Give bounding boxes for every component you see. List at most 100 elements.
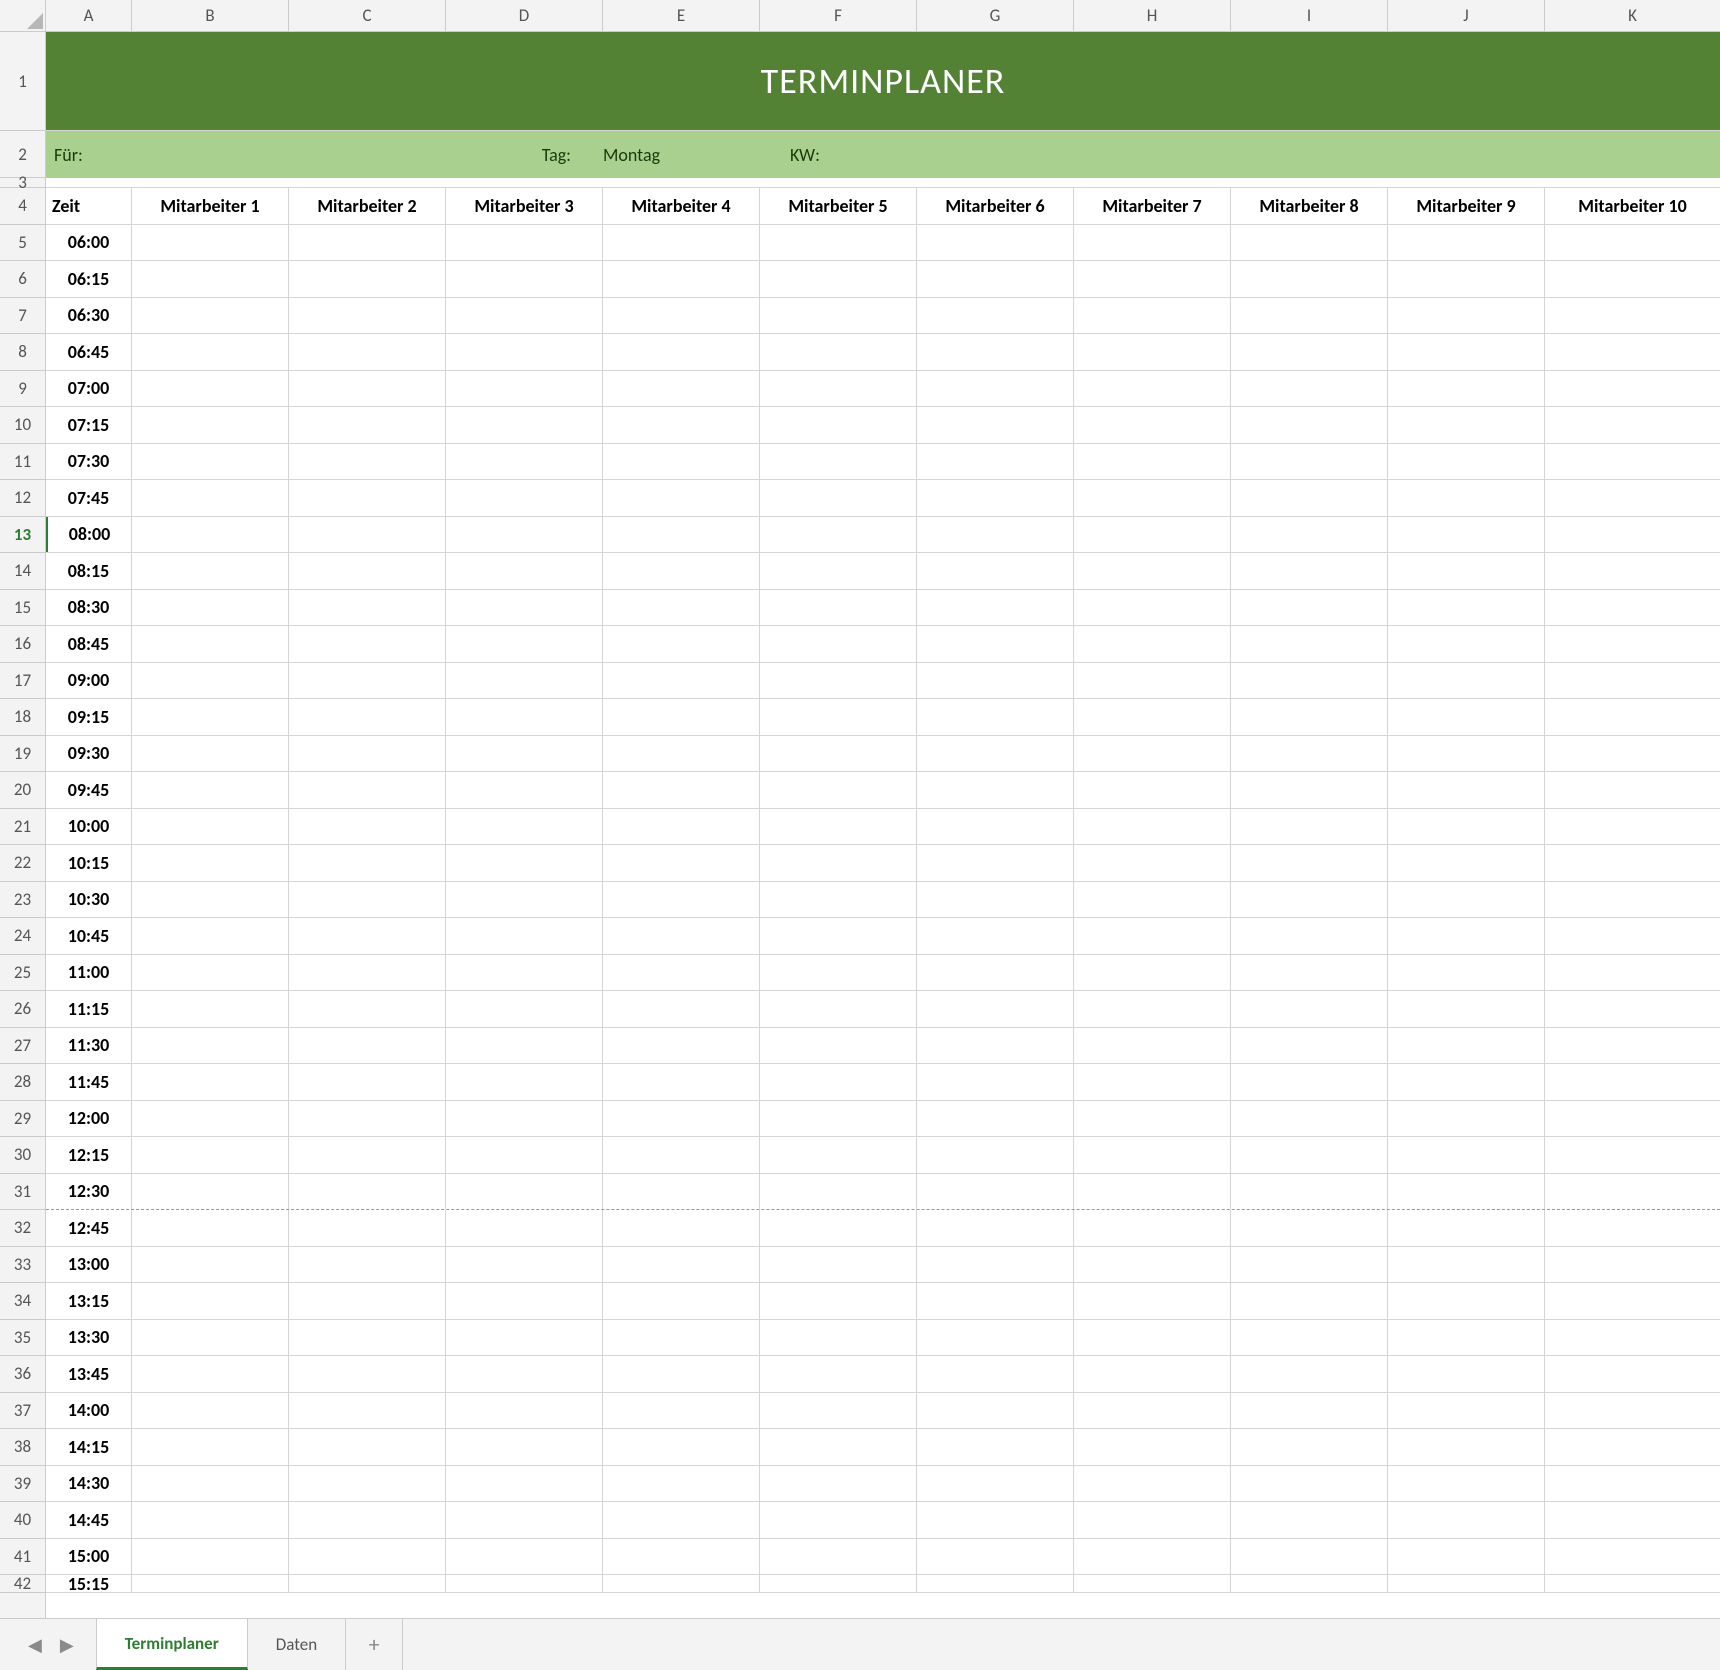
data-cell[interactable] xyxy=(1231,1210,1388,1246)
data-cell[interactable] xyxy=(1388,663,1545,699)
table-row[interactable]: 08:45 xyxy=(46,626,1720,663)
data-cell[interactable] xyxy=(132,371,289,407)
data-cell[interactable] xyxy=(132,1429,289,1465)
data-cell[interactable] xyxy=(289,480,446,516)
data-cell[interactable] xyxy=(603,1575,760,1592)
data-cell[interactable] xyxy=(1545,918,1720,954)
header-m7[interactable]: Mitarbeiter 7 xyxy=(1074,188,1231,224)
table-row[interactable]: 06:45 xyxy=(46,334,1720,371)
data-cell[interactable] xyxy=(446,1028,603,1064)
col-header-G[interactable]: G xyxy=(917,0,1074,31)
data-cell[interactable] xyxy=(603,699,760,735)
data-cell[interactable] xyxy=(760,1575,917,1592)
data-cell[interactable] xyxy=(132,1028,289,1064)
data-cell[interactable] xyxy=(1545,407,1720,443)
data-cell[interactable] xyxy=(446,1247,603,1283)
data-cell[interactable] xyxy=(1388,1064,1545,1100)
data-cell[interactable] xyxy=(1074,1028,1231,1064)
row-header-29[interactable]: 29 xyxy=(0,1101,45,1138)
data-cell[interactable] xyxy=(603,1174,760,1210)
data-cell[interactable] xyxy=(132,1466,289,1502)
data-cell[interactable] xyxy=(917,809,1074,845)
data-cell[interactable] xyxy=(1231,480,1388,516)
row-header-25[interactable]: 25 xyxy=(0,955,45,992)
data-cell[interactable] xyxy=(446,1356,603,1392)
data-cell[interactable] xyxy=(760,809,917,845)
sheet-tab-terminplaner[interactable]: Terminplaner xyxy=(96,1619,248,1670)
table-row[interactable]: 15:00 xyxy=(46,1539,1720,1576)
data-cell[interactable] xyxy=(1231,261,1388,297)
data-cell[interactable] xyxy=(446,736,603,772)
data-cell[interactable] xyxy=(760,772,917,808)
data-cell[interactable] xyxy=(132,1210,289,1246)
data-cell[interactable] xyxy=(1231,1466,1388,1502)
data-cell[interactable] xyxy=(132,1320,289,1356)
table-row[interactable]: 14:15 xyxy=(46,1429,1720,1466)
data-cell[interactable] xyxy=(289,1466,446,1502)
data-cell[interactable] xyxy=(917,918,1074,954)
data-cell[interactable] xyxy=(289,444,446,480)
data-cell[interactable] xyxy=(446,517,603,553)
data-cell[interactable] xyxy=(446,626,603,662)
data-cell[interactable] xyxy=(1388,1174,1545,1210)
data-cell[interactable] xyxy=(1388,1575,1545,1592)
data-cell[interactable] xyxy=(446,261,603,297)
data-cell[interactable] xyxy=(132,1575,289,1592)
data-cell[interactable] xyxy=(289,1356,446,1392)
time-cell[interactable]: 14:15 xyxy=(46,1429,132,1465)
data-cell[interactable] xyxy=(132,772,289,808)
data-cell[interactable] xyxy=(446,699,603,735)
data-cell[interactable] xyxy=(1231,517,1388,553)
table-row[interactable]: 11:15 xyxy=(46,991,1720,1028)
data-cell[interactable] xyxy=(132,553,289,589)
data-cell[interactable] xyxy=(917,845,1074,881)
data-cell[interactable] xyxy=(1074,918,1231,954)
data-cell[interactable] xyxy=(1074,1247,1231,1283)
data-cell[interactable] xyxy=(1231,1174,1388,1210)
data-cell[interactable] xyxy=(1545,298,1720,334)
data-cell[interactable] xyxy=(917,1320,1074,1356)
data-cell[interactable] xyxy=(760,736,917,772)
table-row[interactable]: 11:45 xyxy=(46,1064,1720,1101)
header-m8[interactable]: Mitarbeiter 8 xyxy=(1231,188,1388,224)
data-cell[interactable] xyxy=(1545,626,1720,662)
data-cell[interactable] xyxy=(917,553,1074,589)
data-cell[interactable] xyxy=(760,1210,917,1246)
data-cell[interactable] xyxy=(1074,371,1231,407)
data-cell[interactable] xyxy=(760,261,917,297)
data-cell[interactable] xyxy=(1545,334,1720,370)
table-row[interactable]: 10:45 xyxy=(46,918,1720,955)
data-cell[interactable] xyxy=(760,663,917,699)
row-header-23[interactable]: 23 xyxy=(0,882,45,919)
data-cell[interactable] xyxy=(446,1320,603,1356)
row-header-15[interactable]: 15 xyxy=(0,590,45,627)
data-cell[interactable] xyxy=(603,1393,760,1429)
data-cell[interactable] xyxy=(917,1393,1074,1429)
data-cell[interactable] xyxy=(1545,1247,1720,1283)
data-cell[interactable] xyxy=(1388,809,1545,845)
table-row[interactable]: 14:45 xyxy=(46,1502,1720,1539)
data-cell[interactable] xyxy=(760,407,917,443)
data-cell[interactable] xyxy=(1074,1283,1231,1319)
data-cell[interactable] xyxy=(917,1064,1074,1100)
header-m9[interactable]: Mitarbeiter 9 xyxy=(1388,188,1545,224)
data-cell[interactable] xyxy=(917,1283,1074,1319)
col-header-H[interactable]: H xyxy=(1074,0,1231,31)
data-cell[interactable] xyxy=(289,517,446,553)
data-cell[interactable] xyxy=(132,1137,289,1173)
table-row[interactable]: 09:00 xyxy=(46,663,1720,700)
data-cell[interactable] xyxy=(1231,1028,1388,1064)
data-cell[interactable] xyxy=(760,991,917,1027)
data-cell[interactable] xyxy=(917,1174,1074,1210)
data-cell[interactable] xyxy=(1074,736,1231,772)
data-cell[interactable] xyxy=(1388,371,1545,407)
table-row[interactable]: 08:30 xyxy=(46,590,1720,627)
header-m1[interactable]: Mitarbeiter 1 xyxy=(132,188,289,224)
data-cell[interactable] xyxy=(1074,626,1231,662)
data-cell[interactable] xyxy=(132,1064,289,1100)
sheet-tab-daten[interactable]: Daten xyxy=(248,1619,346,1670)
data-cell[interactable] xyxy=(1074,1064,1231,1100)
col-header-C[interactable]: C xyxy=(289,0,446,31)
data-cell[interactable] xyxy=(1074,553,1231,589)
data-cell[interactable] xyxy=(1388,298,1545,334)
